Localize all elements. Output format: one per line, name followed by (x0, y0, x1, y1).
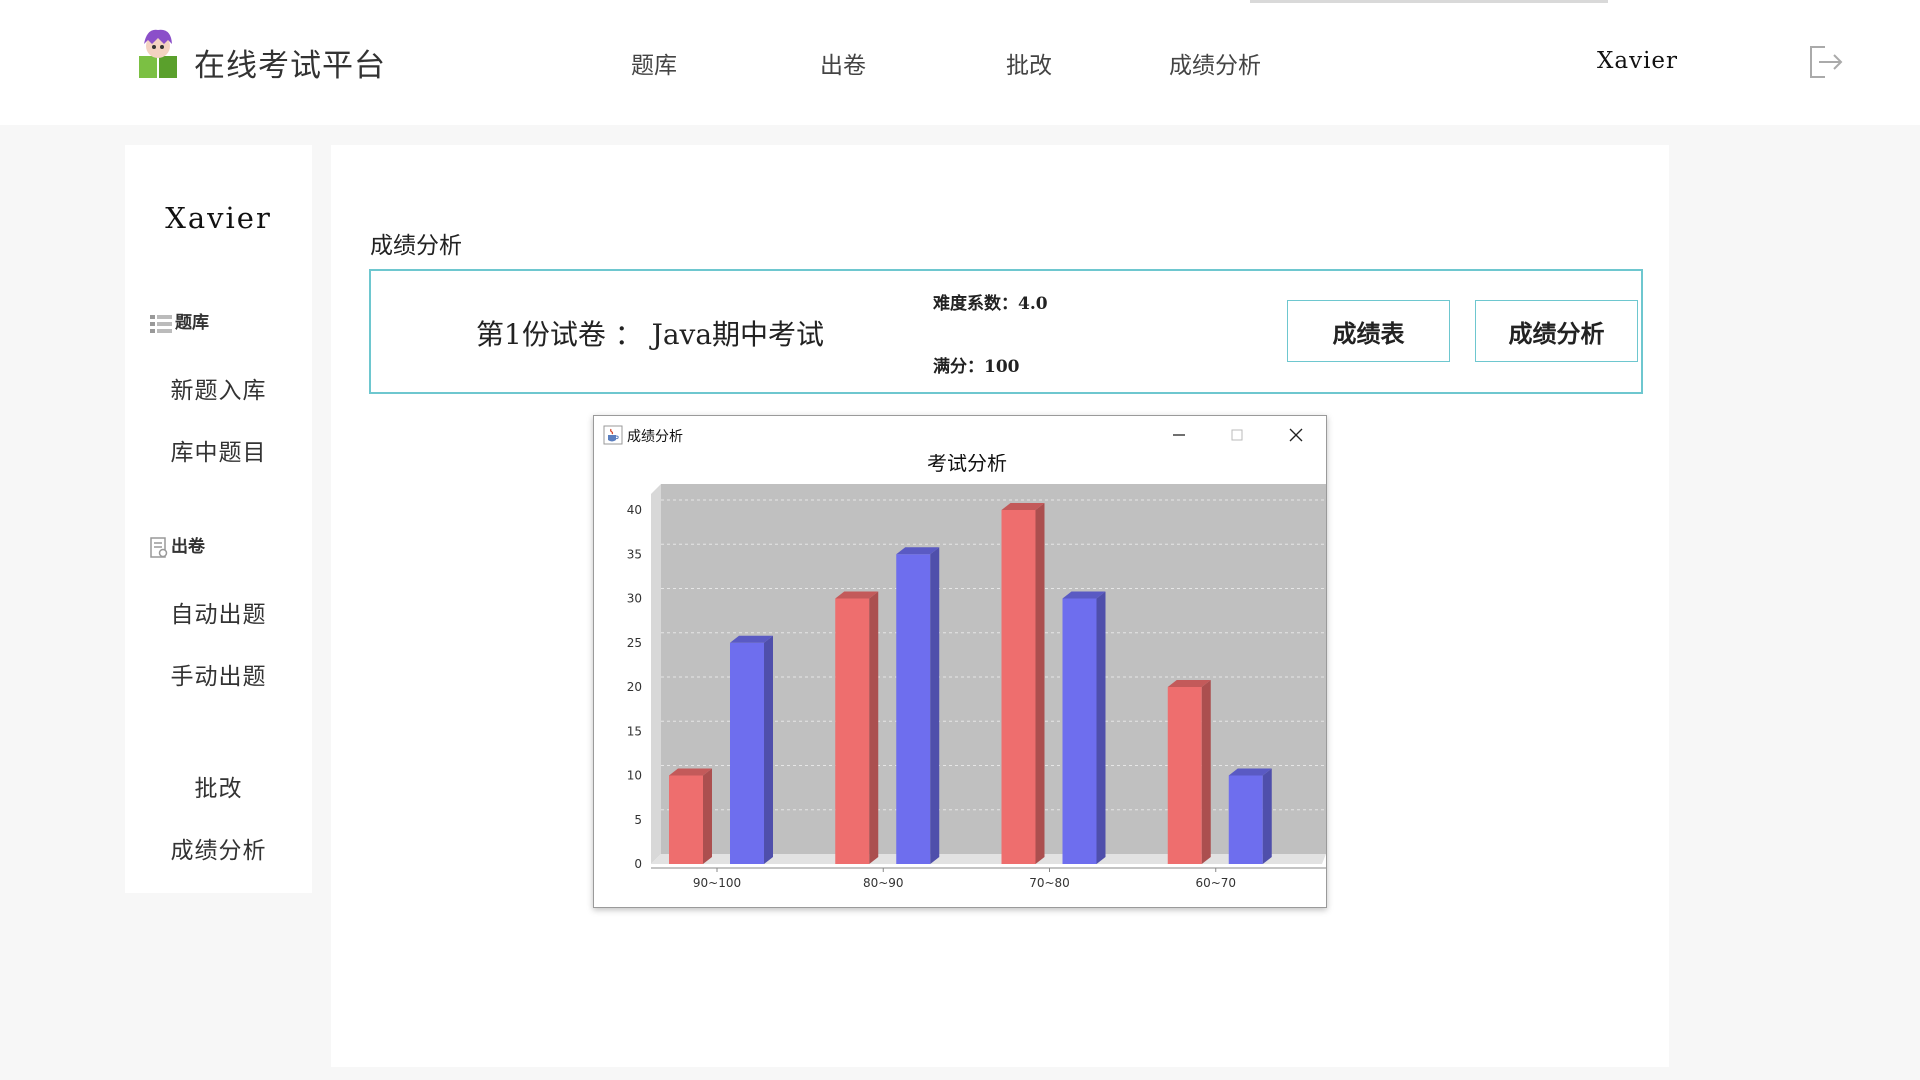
y-tick-label: 0 (634, 857, 642, 871)
sidebar-item-manual-generate[interactable]: 手动出题 (125, 657, 312, 691)
sidebar-item-score-analysis[interactable]: 成绩分析 (125, 831, 312, 865)
bar-side (930, 547, 940, 864)
bar (1062, 598, 1097, 864)
bar-side (764, 635, 773, 864)
bar (669, 775, 703, 864)
sidebar-group-question-bank: 题库 (149, 308, 209, 335)
bar-side (1201, 680, 1211, 864)
sidebar: Xavier 题库 新题入库 库中题目 出卷 自动出题 手动出题 批改 成绩分析 (125, 145, 312, 893)
y-tick-label: 35 (627, 547, 642, 561)
bar (1001, 510, 1036, 864)
sidebar-user-name: Xavier (165, 201, 272, 235)
bar-side (703, 768, 712, 864)
document-icon (150, 536, 168, 558)
nav-score-analysis[interactable]: 成绩分析 (1169, 46, 1261, 80)
bar (835, 598, 870, 864)
sidebar-item-bank-questions[interactable]: 库中题目 (125, 433, 312, 467)
nav-create-paper[interactable]: 出卷 (820, 46, 866, 80)
chart-title: 考试分析 (927, 454, 1007, 475)
bar (1228, 775, 1263, 864)
x-tick-label: 70~80 (1029, 876, 1070, 890)
close-icon[interactable] (1283, 422, 1309, 448)
bar-chart: 考试分析 0 5 10 15 20 25 30 35 40 90~100 80~90 70~80 60~7… (594, 454, 1326, 907)
paper-difficulty: 难度系数：4.0 (933, 294, 1048, 314)
y-tick-label: 10 (627, 769, 642, 783)
list-icon (150, 314, 172, 333)
paper-name: 第1份试卷 ： Java期中考试 (476, 318, 825, 351)
y-tick-label: 30 (627, 592, 642, 606)
top-navbar: 在线考试平台 题库 出卷 批改 成绩分析 Xavier (0, 0, 1920, 125)
y-tick-label: 5 (634, 813, 642, 827)
page-title: 成绩分析 (370, 233, 462, 259)
bar (896, 554, 931, 864)
sidebar-group-label: 题库 (175, 313, 209, 333)
bar (1167, 687, 1202, 864)
logo-icon (139, 29, 177, 78)
sidebar-item-grading[interactable]: 批改 (125, 769, 312, 803)
sidebar-group-label: 出卷 (171, 537, 205, 557)
y-tick-label: 20 (627, 680, 642, 694)
sidebar-item-auto-generate[interactable]: 自动出题 (125, 595, 312, 629)
bar-side (869, 591, 879, 864)
bar-side (1096, 591, 1106, 864)
score-table-button[interactable]: 成绩表 (1287, 300, 1450, 362)
bar (730, 642, 764, 864)
x-tick-label: 90~100 (693, 876, 741, 890)
chart-dialog-window: 成绩分析 考试分析 0 5 10 15 20 25 30 35 40 90~100 80~90 70~8… (593, 415, 1327, 908)
x-tick-label: 60~70 (1195, 876, 1236, 890)
score-analysis-button[interactable]: 成绩分析 (1475, 300, 1638, 362)
java-cup-icon (603, 425, 623, 445)
x-tick-label: 80~90 (863, 876, 904, 890)
sidebar-item-new-question[interactable]: 新题入库 (125, 371, 312, 405)
dialog-titlebar[interactable]: 成绩分析 (594, 416, 1326, 454)
y-tick-label: 25 (627, 636, 642, 650)
y-tick-label: 15 (627, 724, 642, 738)
paper-full-score: 满分：100 (933, 357, 1020, 377)
user-name[interactable]: Xavier (1597, 48, 1678, 74)
nav-grading[interactable]: 批改 (1006, 46, 1052, 80)
minimize-icon[interactable] (1166, 422, 1192, 448)
nav-question-bank[interactable]: 题库 (631, 46, 677, 80)
logout-icon[interactable] (1807, 44, 1845, 80)
maximize-icon[interactable] (1224, 422, 1250, 448)
sidebar-group-create-paper: 出卷 (149, 532, 205, 559)
bar-side (1035, 503, 1045, 864)
y-tick-label: 40 (627, 503, 642, 517)
bar-side (1262, 768, 1272, 864)
dialog-title: 成绩分析 (627, 429, 683, 445)
app-title: 在线考试平台 (194, 48, 386, 84)
popup-shadow (1250, 0, 1608, 3)
